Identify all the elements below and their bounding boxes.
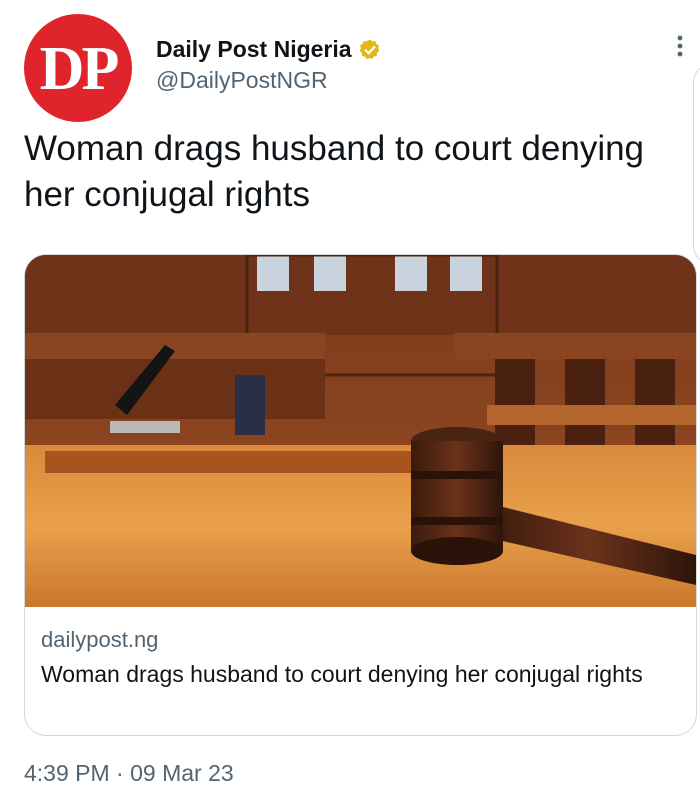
author-handle[interactable]: @DailyPostNGR — [156, 67, 328, 94]
link-title: Woman drags husband to court denying her… — [41, 661, 643, 687]
verified-badge-icon — [359, 39, 379, 59]
more-options-icon[interactable] — [668, 32, 692, 62]
display-name[interactable]: Daily Post Nigeria — [156, 36, 352, 63]
link-domain: dailypost.ng — [41, 627, 159, 652]
courtroom-gavel-image — [25, 255, 696, 607]
link-preview-card[interactable]: dailypost.ng Woman drags husband to cour… — [24, 254, 697, 736]
avatar[interactable]: DP — [24, 14, 132, 122]
author-name-row: Daily Post Nigeria — [156, 36, 382, 63]
tweet-text: Woman drags husband to court denying her… — [24, 129, 645, 214]
avatar-logo-text: DP — [39, 35, 120, 103]
tweet-timestamp[interactable]: 4:39 PM · 09 Mar 23 — [24, 760, 234, 787]
scrollbar-edge[interactable] — [693, 64, 700, 264]
